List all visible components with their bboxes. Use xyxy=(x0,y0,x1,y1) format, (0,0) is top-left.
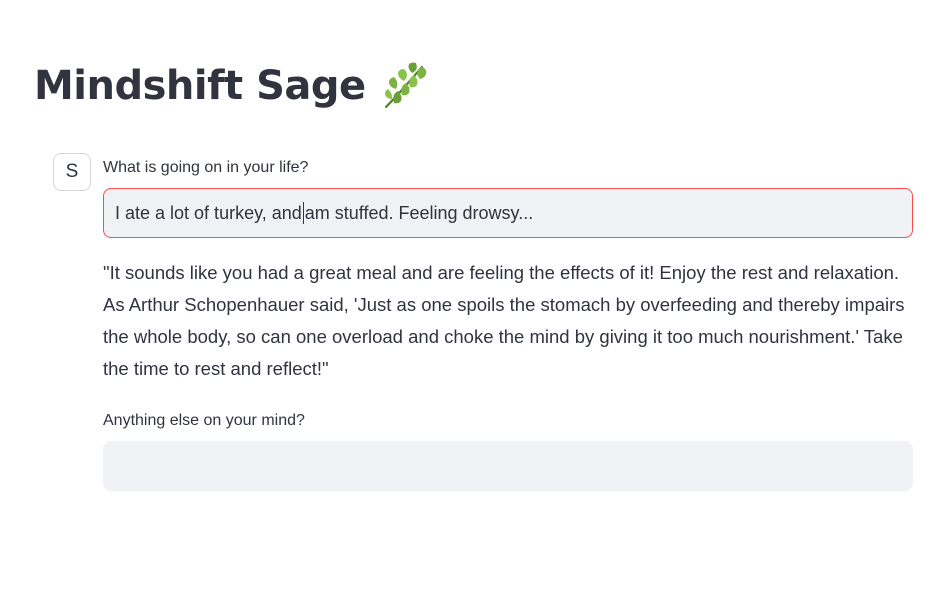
herb-leaf-icon xyxy=(378,59,432,113)
user-avatar: S xyxy=(53,153,91,191)
life-update-input[interactable]: I ate a lot of turkey, and am stuffed. Fe… xyxy=(103,188,913,238)
text-caret xyxy=(302,202,304,224)
title-row: Mindshift Sage xyxy=(34,56,432,116)
avatar-letter: S xyxy=(65,161,79,182)
life-update-input-text-end: am stuffed. Feeling drowsy... xyxy=(304,202,534,223)
page-title: Mindshift Sage xyxy=(34,63,366,109)
first-prompt-label: What is going on in your life? xyxy=(103,159,309,176)
second-prompt-label: Anything else on your mind? xyxy=(103,412,305,429)
app-page: Mindshift Sage S What is going on in you… xyxy=(0,0,951,610)
anything-else-input[interactable] xyxy=(103,441,913,491)
life-update-input-text-start: I ate a lot of turkey, and xyxy=(115,202,302,223)
sage-response: "It sounds like you had a great meal and… xyxy=(103,262,905,379)
